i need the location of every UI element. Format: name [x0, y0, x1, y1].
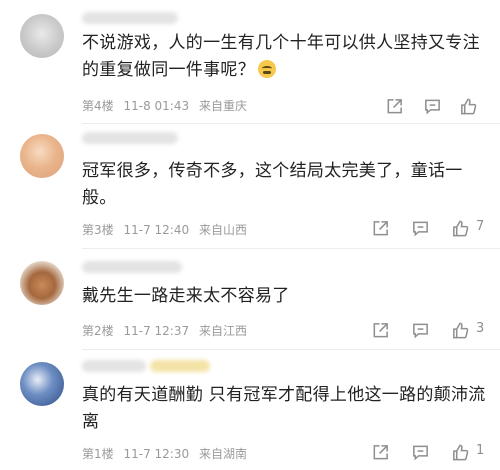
- comment-item: 真的有天道酬勤 只有冠军才配得上他这一路的颠沛流离 第1楼 11-7 12:30…: [0, 350, 500, 470]
- comment-time: 11-7 12:30: [123, 447, 190, 461]
- username-blurred[interactable]: [82, 132, 178, 144]
- comment-icon: [412, 445, 428, 460]
- username-blurred[interactable]: [82, 12, 178, 24]
- like-button[interactable]: [448, 318, 472, 342]
- comment-location: 来自江西: [198, 324, 247, 338]
- share-icon: [373, 220, 388, 235]
- comment-meta: 第3楼 11-7 12:40 来自山西: [82, 221, 253, 238]
- reply-button[interactable]: [408, 440, 432, 464]
- share-button[interactable]: [382, 94, 406, 118]
- comment-icon: [424, 99, 440, 114]
- thumbs-up-icon: [452, 220, 468, 236]
- share-icon: [387, 98, 402, 113]
- comment-meta: 第4楼 11-8 01:43 来自重庆: [82, 97, 253, 114]
- username-blurred[interactable]: [82, 360, 146, 372]
- comment-location: 来自山西: [198, 223, 247, 237]
- thumbs-up-icon: [452, 322, 468, 338]
- share-icon: [373, 322, 388, 337]
- cry-emoji-icon: [258, 60, 276, 78]
- avatar[interactable]: [20, 261, 64, 305]
- like-count: 7: [476, 219, 485, 234]
- share-button[interactable]: [368, 440, 392, 464]
- comment-text: 真的有天道酬勤 只有冠军才配得上他这一路的颠沛流离: [82, 385, 486, 432]
- share-button[interactable]: [368, 216, 392, 240]
- user-badge-blurred: [150, 360, 210, 372]
- reply-button[interactable]: [408, 318, 432, 342]
- comment-time: 11-7 12:37: [123, 324, 190, 338]
- floor-label: 第2楼: [82, 324, 114, 338]
- like-button[interactable]: [448, 440, 472, 464]
- comment-actions: 7: [368, 216, 498, 240]
- comment-time: 11-8 01:43: [123, 99, 190, 113]
- like-button[interactable]: [448, 216, 472, 240]
- comment-item: 不说游戏，人的一生有几个十年可以供人坚持又专注的重复做同一件事呢？ 第4楼 11…: [0, 0, 500, 115]
- floor-label: 第4楼: [82, 99, 114, 113]
- comment-icon: [412, 221, 428, 236]
- share-button[interactable]: [368, 318, 392, 342]
- comment-actions: 3: [368, 318, 498, 342]
- like-count: 3: [476, 321, 485, 336]
- comment-meta: 第1楼 11-7 12:30 来自湖南: [82, 445, 253, 462]
- avatar[interactable]: [20, 14, 64, 58]
- comment-meta: 第2楼 11-7 12:37 来自江西: [82, 322, 253, 339]
- like-count: 1: [476, 443, 485, 458]
- comment-time: 11-7 12:40: [123, 223, 190, 237]
- reply-button[interactable]: [420, 94, 444, 118]
- comment-location: 来自重庆: [198, 99, 247, 113]
- reply-button[interactable]: [408, 216, 432, 240]
- share-icon: [373, 444, 388, 459]
- username-blurred[interactable]: [82, 261, 182, 273]
- comment-text: 戴先生一路走来太不容易了: [82, 286, 290, 306]
- like-button[interactable]: [456, 94, 480, 118]
- comment-actions: [368, 94, 498, 118]
- avatar[interactable]: [20, 134, 64, 178]
- avatar[interactable]: [20, 362, 64, 406]
- comment-item: 戴先生一路走来太不容易了 第2楼 11-7 12:37 来自江西 3: [0, 249, 500, 349]
- thumbs-up-icon: [452, 444, 468, 460]
- floor-label: 第1楼: [82, 447, 114, 461]
- comment-location: 来自湖南: [198, 447, 247, 461]
- comment-item: 冠军很多，传奇不多，这个结局太完美了，童话一般。 第3楼 11-7 12:40 …: [0, 124, 500, 248]
- comment-actions: 1: [368, 440, 498, 464]
- comment-text: 冠军很多，传奇不多，这个结局太完美了，童话一般。: [82, 161, 463, 208]
- floor-label: 第3楼: [82, 223, 114, 237]
- comment-icon: [412, 323, 428, 338]
- thumbs-up-icon: [460, 98, 476, 114]
- comment-text: 不说游戏，人的一生有几个十年可以供人坚持又专注的重复做同一件事呢？: [82, 33, 480, 80]
